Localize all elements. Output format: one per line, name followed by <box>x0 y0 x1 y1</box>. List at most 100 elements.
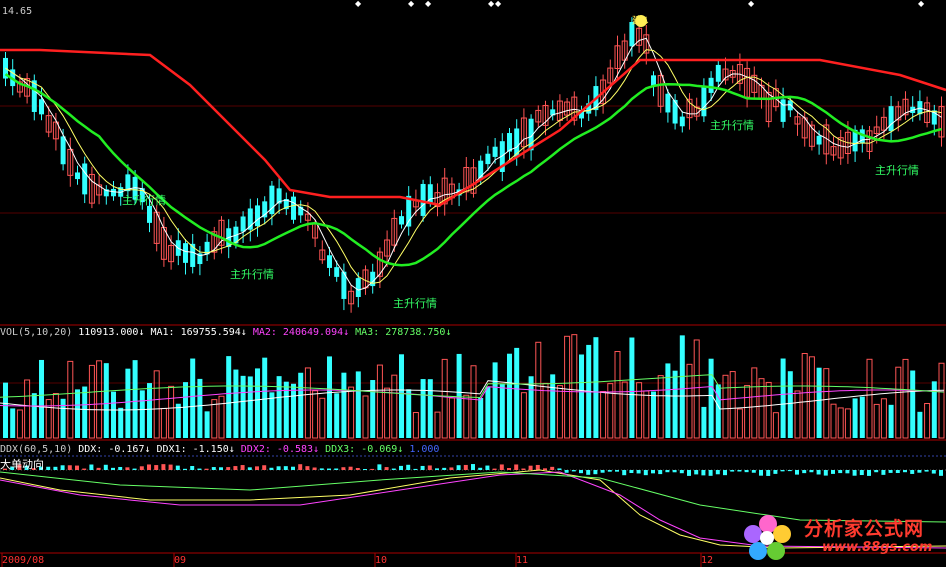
ddx-sub-label: 大单动向 <box>0 458 44 471</box>
volume-bar <box>456 353 462 438</box>
ddx-bar <box>859 470 864 476</box>
candle-body <box>651 75 656 86</box>
volume-bar <box>514 347 520 438</box>
volume-bar <box>485 386 491 438</box>
ddx-bar <box>463 464 468 470</box>
flower-icon <box>744 515 791 560</box>
candle-body <box>291 196 296 220</box>
volume-bar <box>412 412 419 439</box>
candle-body <box>327 255 332 268</box>
ddx-bar <box>507 468 511 470</box>
candle-body <box>183 243 188 263</box>
ddx-bar <box>535 464 540 470</box>
volume-bar <box>801 353 808 439</box>
volume-bar <box>218 395 225 439</box>
signal-label-2: 主升行情 <box>230 268 274 281</box>
candle-body <box>355 278 361 297</box>
ddx-bar <box>845 470 850 474</box>
ddx-bar <box>543 468 547 470</box>
candle-body <box>111 188 116 197</box>
candle-body <box>485 153 491 165</box>
volume-bar <box>701 406 707 438</box>
candle-body <box>917 101 923 115</box>
x-label-4: 12 <box>701 555 714 566</box>
volume-bar <box>111 391 116 438</box>
ddx-bar <box>593 470 598 475</box>
ddx-bar <box>456 465 461 470</box>
ddx-bar <box>319 468 324 470</box>
ddx-bar <box>118 466 123 470</box>
volume-bar <box>823 368 830 439</box>
ddx-bar <box>766 470 771 476</box>
volume-bar <box>427 379 433 438</box>
candle-body <box>715 64 721 82</box>
volume-bar <box>600 391 607 439</box>
volume-bar <box>10 408 16 438</box>
ddx-bar <box>154 465 159 470</box>
ddx-bar <box>60 465 65 470</box>
ddx-bar <box>823 470 828 476</box>
ddx-bar <box>67 465 72 470</box>
ddx-bar <box>701 470 706 476</box>
volume-bar <box>794 390 801 439</box>
volume-bar <box>153 370 160 439</box>
ddx-bar <box>737 470 742 472</box>
ddx-bar <box>442 467 447 470</box>
volume-bar <box>844 408 851 439</box>
ddx-bar <box>168 464 173 470</box>
volume-bar <box>226 356 232 438</box>
top-marker: ◆ <box>355 0 362 8</box>
stock-chart: ◆ ◆ ◆ ◆ ◆ ◆ ◆ <box>0 0 946 567</box>
volume-bar <box>571 334 578 439</box>
ddx-bar <box>780 470 785 472</box>
volume-bar <box>758 378 765 439</box>
ddx-bar <box>564 470 569 473</box>
volume-bar <box>327 356 332 438</box>
ddx-bar <box>831 470 835 474</box>
ddx-bar <box>787 470 792 472</box>
volume-bar <box>657 375 664 439</box>
volume-bar <box>837 407 844 439</box>
volume-bar <box>463 394 470 439</box>
volume-bar <box>233 369 239 438</box>
candle-body <box>672 99 678 124</box>
ddx-bar <box>341 467 346 470</box>
volume-bar <box>556 385 563 439</box>
volume-bar <box>880 398 887 439</box>
candle-body <box>427 184 433 203</box>
ddx-bar <box>636 470 641 474</box>
candle-body <box>514 128 520 158</box>
volume-bar <box>399 354 404 438</box>
candle-body <box>31 80 37 112</box>
ddx-bar <box>579 470 583 474</box>
volume-bar <box>31 393 37 438</box>
volume-bar <box>507 353 512 438</box>
volume-bar <box>147 383 152 438</box>
volume-bar <box>39 359 44 438</box>
volume-bar <box>160 407 167 439</box>
volume-bar <box>931 381 937 438</box>
volume-bar <box>888 404 894 438</box>
ddx-bar <box>751 470 756 473</box>
ddx-bar <box>679 470 684 474</box>
ddx-name: DDX(60,5,10) <box>0 444 73 455</box>
ddx-bar <box>305 466 310 470</box>
ddx1-value: DDX1: -1.150↓ <box>156 444 235 455</box>
ddx-bar <box>809 470 814 473</box>
ddx-bar <box>291 466 295 470</box>
volume-bar <box>60 398 66 438</box>
ddx-ref: 1.000 <box>409 444 440 455</box>
volume-bar <box>808 356 815 439</box>
volume-bar <box>917 411 923 438</box>
volume-bar <box>924 403 931 439</box>
ddx-bar <box>744 470 749 473</box>
signal-label-4: 主升行情 <box>710 119 754 132</box>
candle-body <box>420 183 426 216</box>
volume-bar <box>729 371 736 439</box>
vol-ma2: MA2: 240649.094↓ <box>252 327 350 338</box>
volume-bar <box>651 391 656 438</box>
ddx-bar <box>449 467 454 470</box>
candle-body <box>507 133 512 152</box>
ddx-bar <box>658 470 663 475</box>
x-label-1: 09 <box>174 555 187 566</box>
